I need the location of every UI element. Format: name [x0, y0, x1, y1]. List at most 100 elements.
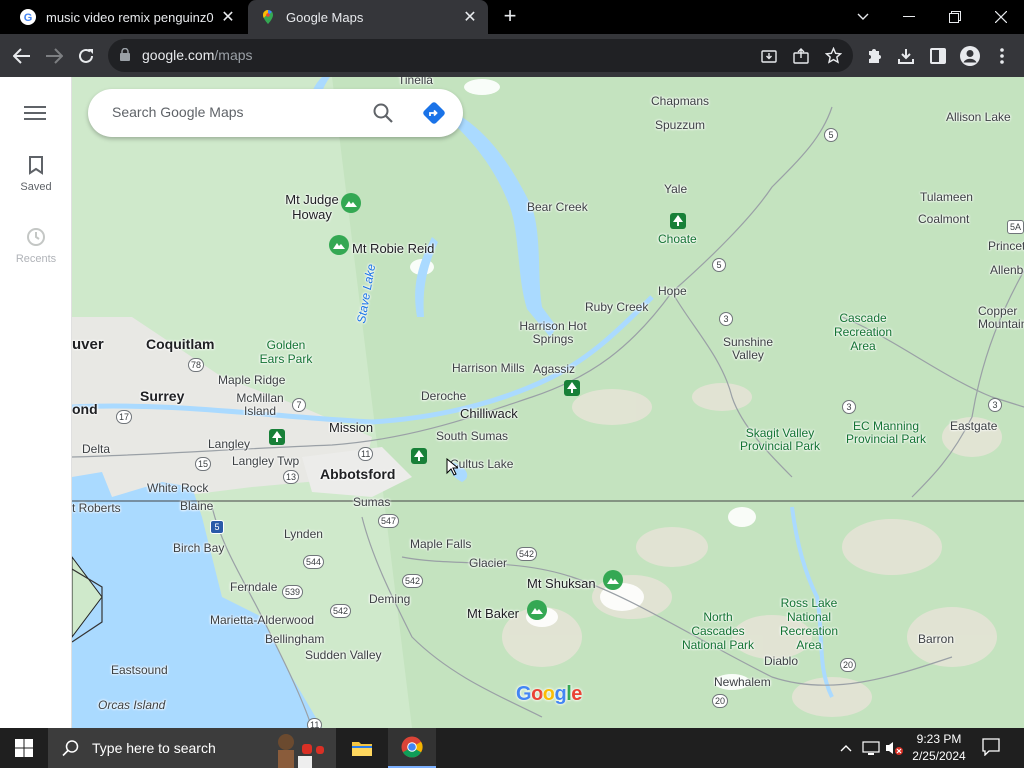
peak-label[interactable]: Mt Shuksan — [527, 576, 596, 591]
show-hidden-icons-button[interactable] — [840, 740, 852, 755]
park-pin-icon[interactable] — [410, 447, 428, 465]
place-label[interactable]: Coalmont — [918, 212, 969, 226]
place-label[interactable]: South Sumas — [436, 429, 508, 443]
place-label[interactable]: Lynden — [284, 527, 323, 541]
maps-search-box[interactable]: Search Google Maps — [88, 89, 463, 137]
park-label[interactable]: Ross Lake National Recreation Area — [766, 596, 852, 652]
city-label[interactable]: ond — [72, 401, 98, 417]
place-label[interactable]: Yale — [664, 182, 687, 196]
city-label[interactable]: Coquitlam — [146, 336, 214, 352]
park-pin-icon[interactable] — [563, 379, 581, 397]
side-panel-button[interactable] — [924, 42, 952, 70]
place-label[interactable]: Chapmans — [651, 94, 709, 108]
directions-icon[interactable] — [422, 101, 446, 125]
network-icon[interactable] — [862, 740, 880, 759]
place-label[interactable]: Ferndale — [230, 580, 277, 594]
file-explorer-button[interactable] — [338, 728, 386, 768]
place-label[interactable]: McMillan Island — [232, 392, 288, 418]
place-label[interactable]: Newhalem — [714, 675, 771, 689]
mountain-pin-icon[interactable] — [340, 192, 362, 214]
place-label[interactable]: Bear Creek — [527, 200, 588, 214]
place-label[interactable]: Spuzzum — [655, 118, 705, 132]
peak-label[interactable]: Mt Robie Reid — [352, 241, 434, 256]
place-label[interactable]: Barron — [918, 632, 954, 646]
place-label[interactable]: t Roberts — [72, 501, 121, 515]
taskbar-search-box[interactable]: Type here to search — [48, 728, 336, 768]
place-label[interactable]: Agassiz — [533, 362, 575, 376]
taskbar-search-placeholder[interactable]: Type here to search — [92, 740, 216, 756]
place-label[interactable]: Eastgate — [950, 419, 997, 433]
place-label[interactable]: Diablo — [764, 654, 798, 668]
restore-button[interactable] — [932, 0, 978, 34]
place-label[interactable]: Delta — [82, 442, 110, 456]
city-label[interactable]: Abbotsford — [320, 466, 395, 482]
peak-label[interactable]: Mt Judge Howay — [280, 192, 344, 222]
mountain-pin-icon[interactable] — [328, 234, 350, 256]
place-label[interactable]: Deroche — [421, 389, 466, 403]
city-label[interactable]: Surrey — [140, 388, 184, 404]
city-label[interactable]: Mission — [329, 420, 373, 435]
recents-button[interactable]: Recents — [0, 227, 72, 265]
url-text[interactable]: google.com/maps — [142, 47, 253, 63]
place-label[interactable]: Ruby Creek — [585, 300, 648, 314]
address-bar[interactable]: google.com/maps — [108, 39, 853, 72]
chrome-menu-button[interactable] — [988, 42, 1016, 70]
place-label[interactable]: Tinella — [398, 77, 433, 87]
park-label[interactable]: North Cascades National Park — [678, 610, 758, 652]
place-label[interactable]: Langley Twp — [232, 454, 299, 468]
place-label[interactable]: Tulameen — [920, 190, 973, 204]
park-label[interactable]: EC Manning Provincial Park — [842, 420, 930, 446]
city-label[interactable]: uver — [72, 336, 104, 353]
place-label[interactable]: Princet — [988, 239, 1024, 253]
place-label[interactable]: Allison Lake — [946, 110, 1011, 124]
close-tab-icon[interactable]: ✕ — [216, 7, 240, 27]
place-label[interactable]: Cultus Lake — [450, 457, 513, 471]
place-label[interactable]: Harrison Mills — [452, 361, 525, 375]
place-label[interactable]: Maple Ridge — [218, 373, 285, 387]
lock-icon[interactable] — [120, 48, 130, 61]
park-pin-icon[interactable] — [268, 428, 286, 446]
park-label[interactable]: Skagit Valley Provincial Park — [732, 427, 828, 453]
mountain-pin-icon[interactable] — [602, 569, 624, 591]
island-label[interactable]: Orcas Island — [98, 698, 165, 712]
search-icon[interactable] — [372, 102, 394, 124]
place-label[interactable]: Maple Falls — [410, 537, 471, 551]
notification-center-button[interactable] — [982, 738, 1000, 759]
park-label[interactable]: Cascade Recreation Area — [828, 311, 898, 353]
close-tab-icon[interactable]: ✕ — [458, 7, 482, 27]
place-label[interactable]: Copper Mountain — [978, 305, 1024, 331]
place-label[interactable]: Sumas — [353, 495, 390, 509]
place-label[interactable]: Choate — [658, 232, 697, 246]
new-tab-button[interactable]: + — [498, 5, 522, 29]
place-label[interactable]: Marietta-Alderwood — [210, 613, 314, 627]
city-label[interactable]: Chilliwack — [460, 406, 518, 421]
back-button[interactable] — [8, 42, 36, 70]
volume-muted-icon[interactable] — [884, 740, 904, 759]
tab-music-video[interactable]: G music video remix penguinz0 - G ✕ — [8, 0, 246, 34]
start-button[interactable] — [0, 728, 48, 768]
extensions-button[interactable] — [860, 42, 888, 70]
place-label[interactable]: Eastsound — [111, 663, 168, 677]
bookmark-star-icon[interactable] — [825, 47, 842, 64]
taskbar-clock[interactable]: 9:23 PM 2/25/2024 — [906, 731, 972, 765]
place-label[interactable]: Birch Bay — [173, 541, 224, 555]
place-label[interactable]: Sudden Valley — [305, 648, 382, 662]
park-pin-icon[interactable] — [669, 212, 687, 230]
search-input[interactable]: Search Google Maps — [112, 104, 244, 120]
place-label[interactable]: White Rock — [147, 481, 208, 495]
close-window-button[interactable] — [978, 0, 1024, 34]
place-label[interactable]: Allenb — [990, 263, 1023, 277]
place-label[interactable]: Harrison Hot Springs — [513, 320, 593, 346]
forward-button[interactable] — [40, 42, 68, 70]
park-label[interactable]: Golden Ears Park — [256, 338, 316, 366]
tab-google-maps[interactable]: Google Maps ✕ — [248, 0, 488, 34]
map-canvas[interactable]: Chapmans Spuzzum Allison Lake Yale Tulam… — [72, 77, 1024, 728]
mountain-pin-icon[interactable] — [526, 599, 548, 621]
place-label[interactable]: Bellingham — [265, 632, 324, 646]
profile-button[interactable] — [956, 42, 984, 70]
place-label[interactable]: Blaine — [180, 499, 213, 513]
install-app-icon[interactable] — [761, 48, 777, 64]
place-label[interactable]: Sunshine Valley — [720, 336, 776, 362]
place-label[interactable]: Glacier — [469, 556, 507, 570]
hamburger-menu-icon[interactable] — [24, 105, 46, 121]
